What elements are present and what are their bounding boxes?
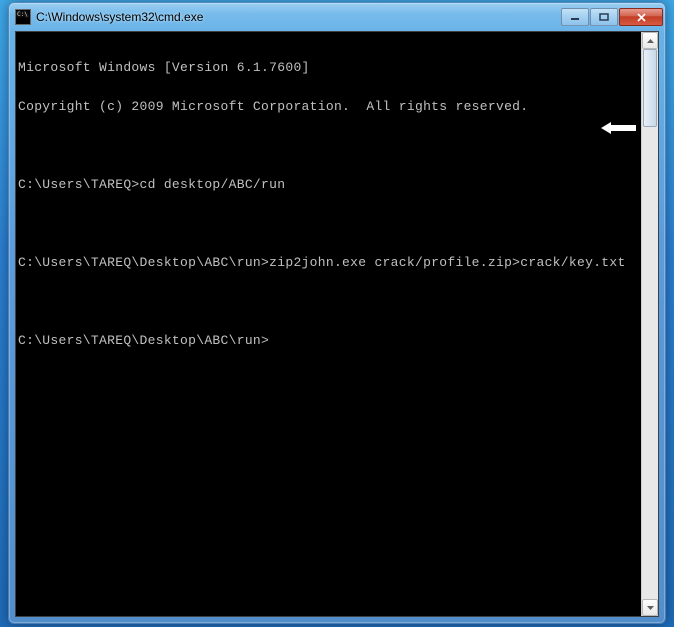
vertical-scrollbar[interactable]: [641, 32, 658, 616]
chevron-down-icon: [647, 606, 654, 610]
terminal-line: Microsoft Windows [Version 6.1.7600]: [18, 61, 639, 74]
terminal-output[interactable]: Microsoft Windows [Version 6.1.7600] Cop…: [16, 32, 641, 616]
terminal-line: [18, 217, 639, 230]
scroll-down-button[interactable]: [642, 599, 658, 616]
minimize-icon: [570, 13, 580, 21]
terminal-line: C:\Users\TAREQ\Desktop\ABC\run>: [18, 334, 639, 347]
terminal-line: Copyright (c) 2009 Microsoft Corporation…: [18, 100, 639, 113]
terminal-line: C:\Users\TAREQ\Desktop\ABC\run>zip2john.…: [18, 256, 639, 269]
maximize-icon: [599, 13, 609, 21]
client-area: Microsoft Windows [Version 6.1.7600] Cop…: [15, 31, 659, 617]
close-icon: [636, 13, 647, 22]
cmd-window: C:\Windows\system32\cmd.exe Microsoft Wi…: [8, 2, 666, 624]
titlebar[interactable]: C:\Windows\system32\cmd.exe: [9, 3, 665, 31]
scroll-up-button[interactable]: [642, 32, 658, 49]
terminal-line: [18, 295, 639, 308]
window-title: C:\Windows\system32\cmd.exe: [36, 10, 561, 24]
cmd-icon: [15, 9, 31, 25]
window-controls: [561, 8, 663, 26]
minimize-button[interactable]: [561, 8, 589, 26]
close-button[interactable]: [619, 8, 663, 26]
terminal-line: C:\Users\TAREQ>cd desktop/ABC/run: [18, 178, 639, 191]
scroll-track[interactable]: [642, 49, 658, 599]
maximize-button[interactable]: [590, 8, 618, 26]
scroll-thumb[interactable]: [643, 49, 657, 127]
terminal-line: [18, 139, 639, 152]
chevron-up-icon: [647, 39, 654, 43]
